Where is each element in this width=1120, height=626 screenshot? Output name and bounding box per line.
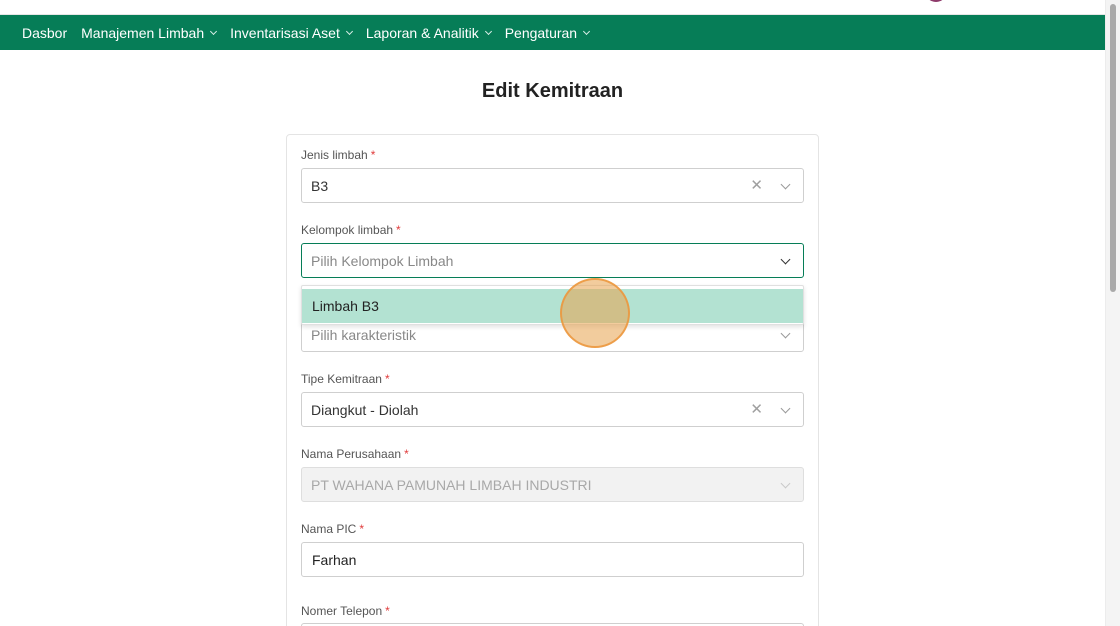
- nav-item-inventarisasi-aset[interactable]: Inventarisasi Aset: [230, 24, 353, 41]
- option-label: Limbah B3: [312, 298, 379, 314]
- nama-pic-value: Farhan: [312, 551, 357, 568]
- chevron-down-icon[interactable]: [780, 179, 791, 190]
- kelompok-limbah-label: Kelompok limbah *: [301, 223, 401, 237]
- jenis-limbah-value: B3: [311, 177, 329, 194]
- nav-item-dasbor[interactable]: Dasbor: [22, 25, 67, 41]
- nav-item-label: Inventarisasi Aset: [230, 24, 340, 41]
- kelompok-limbah-dropdown-menu: Limbah B3: [301, 285, 804, 325]
- required-marker: *: [359, 522, 365, 536]
- nama-perusahaan-label: Nama Perusahaan *: [301, 447, 409, 461]
- tipe-kemitraan-select[interactable]: Diangkut - Diolah ✕: [301, 392, 804, 427]
- page-title: Edit Kemitraan: [481, 80, 624, 102]
- jenis-limbah-label: Jenis limbah *: [301, 148, 376, 162]
- required-marker: *: [384, 372, 390, 386]
- nav-item-label: Dasbor: [22, 24, 68, 41]
- nama-pic-label: Nama PIC *: [301, 522, 365, 536]
- chevron-down-icon[interactable]: [780, 403, 791, 414]
- chevron-down-icon: [345, 27, 353, 35]
- nama-perusahaan-select: PT WAHANA PAMUNAH LIMBAH INDUSTRI: [301, 467, 804, 502]
- nomer-telepon-label: Nomer Telepon *: [301, 604, 390, 618]
- chevron-down-icon: [210, 27, 218, 35]
- clear-icon[interactable]: ✕: [750, 178, 763, 193]
- required-marker: *: [396, 223, 401, 237]
- nav-item-manajemen-limbah[interactable]: Manajemen Limbah: [81, 24, 218, 41]
- nama-perusahaan-value: PT WAHANA PAMUNAH LIMBAH INDUSTRI: [311, 476, 592, 493]
- user-avatar[interactable]: [925, 0, 947, 2]
- clear-icon[interactable]: ✕: [750, 402, 763, 417]
- nav-item-label: Laporan & Analitik: [365, 24, 479, 41]
- nav-item-laporan-analitik[interactable]: Laporan & Analitik: [365, 24, 492, 41]
- required-marker: *: [385, 604, 390, 618]
- tipe-kemitraan-value: Diangkut - Diolah: [311, 401, 419, 418]
- kelompok-limbah-placeholder: Pilih Kelompok Limbah: [311, 252, 454, 269]
- dropdown-option-limbah-b3[interactable]: Limbah B3: [302, 289, 803, 323]
- chevron-down-icon[interactable]: [780, 254, 791, 265]
- click-indicator: [560, 278, 630, 348]
- chevron-down-icon: [780, 478, 791, 489]
- chevron-down-icon: [583, 27, 591, 35]
- scrollbar-thumb[interactable]: [1110, 4, 1116, 292]
- chevron-down-icon: [484, 27, 492, 35]
- kelompok-limbah-select[interactable]: Pilih Kelompok Limbah: [301, 243, 804, 278]
- main-navbar: Dasbor Manajemen Limbah Inventarisasi As…: [0, 15, 1105, 50]
- nav-item-label: Manajemen Limbah: [81, 24, 205, 41]
- required-marker: *: [370, 148, 376, 162]
- required-marker: *: [404, 447, 409, 461]
- nav-item-pengaturan[interactable]: Pengaturan: [504, 24, 591, 41]
- jenis-limbah-select[interactable]: B3 ✕: [301, 168, 804, 203]
- top-header-strip: [0, 0, 1105, 15]
- nav-item-label: Pengaturan: [504, 24, 578, 41]
- karakteristik-placeholder: Pilih karakteristik: [311, 326, 417, 343]
- page-scrollbar[interactable]: [1105, 0, 1120, 626]
- tipe-kemitraan-label: Tipe Kemitraan *: [301, 372, 390, 386]
- chevron-down-icon[interactable]: [780, 328, 791, 339]
- nama-pic-input[interactable]: Farhan: [301, 542, 804, 577]
